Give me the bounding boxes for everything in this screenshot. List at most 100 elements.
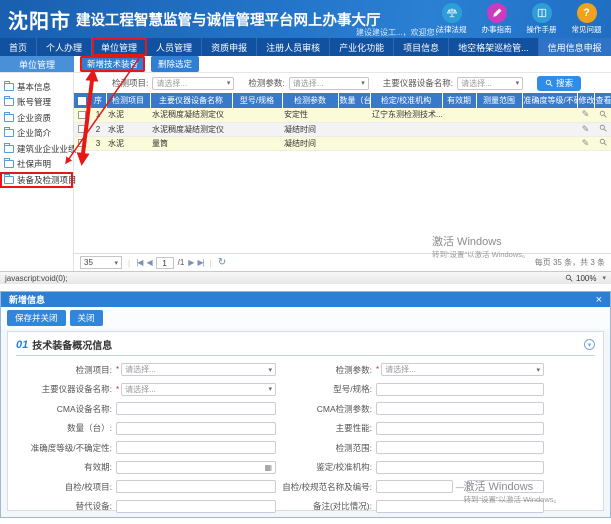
test-item-select[interactable]: 请选择...▾ — [152, 77, 234, 90]
calendar-icon[interactable]: ▦ — [264, 463, 272, 472]
accuracy-input[interactable] — [116, 441, 276, 454]
cma-param-input[interactable] — [376, 402, 544, 415]
close-button[interactable]: 关闭 — [70, 310, 103, 326]
cma-device-input[interactable] — [116, 402, 276, 415]
required-marker: * — [116, 385, 119, 394]
self-check-input[interactable] — [116, 480, 276, 493]
sidebar-item-social-security[interactable]: 社保声明 — [0, 157, 73, 173]
close-icon[interactable]: × — [596, 294, 602, 306]
range-input[interactable] — [376, 441, 544, 454]
select-value: 请选择... — [125, 364, 156, 375]
sidebar-item-basic-info[interactable]: 基本信息 — [0, 79, 73, 95]
first-page-button[interactable]: |◀ — [136, 258, 142, 267]
nav-tab-grid-inspection[interactable]: 地空格架巡检管... — [449, 38, 539, 56]
device-name-select[interactable]: 请选择...▾ — [457, 77, 523, 90]
device-name-select[interactable]: 请选择...▾ — [121, 383, 276, 396]
field-label: 数量（台）: — [16, 422, 112, 434]
row-checkbox[interactable] — [78, 125, 86, 133]
nav-tab-personnel[interactable]: 人员管理 — [147, 38, 202, 56]
sidebar-item-label: 企业简介 — [17, 127, 51, 139]
zoom-level: 100% — [576, 274, 596, 283]
quick-link-faq[interactable]: ? 常见问题 — [564, 3, 609, 35]
select-value: 请选择... — [156, 78, 187, 89]
nav-tab-personal[interactable]: 个人办理 — [37, 38, 92, 56]
save-and-close-button[interactable]: 保存并关闭 — [7, 310, 66, 326]
prev-page-button[interactable]: ◀ — [146, 258, 151, 267]
filter-label: 检测项目: — [112, 77, 148, 89]
chevron-down-icon: ▾ — [361, 79, 365, 87]
search-button[interactable]: 搜索 — [537, 76, 581, 91]
model-input[interactable] — [376, 383, 544, 396]
sidebar-item-account-mgmt[interactable]: 账号管理 — [0, 95, 73, 111]
nav-tab-credit-report[interactable]: 信用信息申报 — [539, 38, 611, 56]
quick-link-manual[interactable]: 操作手册 — [519, 3, 564, 35]
sidebar-item-enterprise-intro[interactable]: 企业简介 — [0, 126, 73, 142]
test-param-select[interactable]: 请选择...▾ — [289, 77, 369, 90]
select-value: 请选择... — [125, 384, 156, 395]
cell-org: 辽宁东测检测技术... — [370, 108, 442, 122]
nav-tab-industrialization[interactable]: 产业化功能 — [330, 38, 394, 56]
calibration-org-input[interactable] — [376, 461, 544, 474]
page-size-select[interactable]: 35▾ — [80, 256, 122, 269]
self-check-std-input-2[interactable] — [467, 480, 544, 493]
view-icon[interactable] — [599, 138, 607, 146]
page: 沈阳市 建设工程智慧监管与诚信管理平台网上办事大厅 建设建设工...，欢迎您！ … — [0, 0, 611, 524]
refresh-icon[interactable]: ↻ — [218, 257, 226, 268]
status-text: javascript:void(0); — [5, 274, 68, 283]
quick-link-laws[interactable]: 法律法规 — [429, 3, 474, 35]
nav-tab-project-info[interactable]: 项目信息 — [394, 38, 449, 56]
add-equipment-button[interactable]: 新增技术装备 — [80, 56, 145, 72]
nav-tab-qualification[interactable]: 资质申报 — [202, 38, 257, 56]
row-checkbox[interactable] — [78, 111, 86, 119]
quantity-input[interactable] — [116, 422, 276, 435]
view-icon[interactable] — [599, 110, 607, 118]
test-param-select[interactable]: 请选择...▾ — [381, 363, 544, 376]
browser-status-bar: javascript:void(0); 100% ▾ — [0, 271, 611, 284]
performance-input[interactable] — [376, 422, 544, 435]
sidebar-item-equipment-testing[interactable]: 装备及检测项目 — [0, 172, 73, 188]
collapse-section-icon[interactable]: ▾ — [584, 339, 595, 350]
select-all-checkbox[interactable] — [78, 97, 86, 105]
self-check-std-input-1[interactable] — [376, 480, 453, 493]
scales-icon — [442, 3, 462, 23]
cell-accuracy — [522, 122, 577, 136]
field-label: 自检/校规范名称及编号: — [280, 481, 372, 493]
validity-date-input[interactable]: ▦ — [116, 461, 276, 474]
edit-icon[interactable]: ✎ — [582, 109, 590, 119]
sidebar-item-enterprise-performance[interactable]: 建筑业企业业绩 — [0, 141, 73, 157]
remark-input[interactable] — [376, 500, 544, 513]
sidebar-header: 单位管理 — [0, 56, 74, 72]
page-number-input[interactable]: 1 — [156, 257, 174, 269]
chevron-down-icon: ▾ — [268, 366, 272, 374]
zoom-control[interactable]: 100% ▾ — [565, 274, 606, 283]
search-icon — [545, 79, 553, 87]
table-row[interactable]: 3 水泥 量筒 凝结时间 ✎ — [74, 136, 611, 150]
substitute-input[interactable] — [116, 500, 276, 513]
cell-range — [476, 108, 522, 122]
table-row[interactable]: 1 水泥 水泥稠度凝结测定仪 安定性 辽宁东测检测技术... ✎ — [74, 108, 611, 122]
nav-tab-registered-review[interactable]: 注册人员审核 — [257, 38, 330, 56]
magnifier-icon — [565, 274, 573, 282]
modal-toolbar: 保存并关闭 关闭 — [1, 307, 610, 329]
col-header: 主要仪器设备名称 — [150, 93, 232, 108]
cell-qty — [338, 136, 370, 150]
quick-link-label: 办事指南 — [482, 24, 512, 35]
test-item-select[interactable]: 请选择... ▾ — [121, 363, 276, 376]
edit-icon[interactable]: ✎ — [582, 138, 590, 148]
next-page-button[interactable]: ▶ — [188, 258, 193, 267]
view-icon[interactable] — [599, 124, 607, 132]
delete-selected-button[interactable]: 删除选定 — [151, 56, 199, 72]
last-page-button[interactable]: ▶| — [197, 258, 203, 267]
nav-tab-home[interactable]: 首页 — [0, 38, 37, 56]
row-checkbox[interactable] — [78, 139, 86, 147]
nav-tab-unit-mgmt[interactable]: 单位管理 — [92, 38, 147, 56]
quick-link-guide[interactable]: 办事指南 — [474, 3, 519, 35]
table-row[interactable]: 2 水泥 水泥稠度凝结测定仪 凝结时间 ✎ — [74, 122, 611, 136]
city-logo: 沈阳市 — [8, 5, 71, 34]
field-label: 鉴定/校准机构: — [280, 461, 372, 473]
sidebar-item-label: 基本信息 — [17, 81, 51, 93]
content-area: 检测项目: 请选择...▾ 检测参数: 请选择...▾ 主要仪器设备名称: 请选… — [74, 73, 611, 271]
separator: | — [210, 258, 212, 268]
edit-icon[interactable]: ✎ — [582, 124, 590, 134]
sidebar-item-enterprise-qualification[interactable]: 企业资质 — [0, 110, 73, 126]
